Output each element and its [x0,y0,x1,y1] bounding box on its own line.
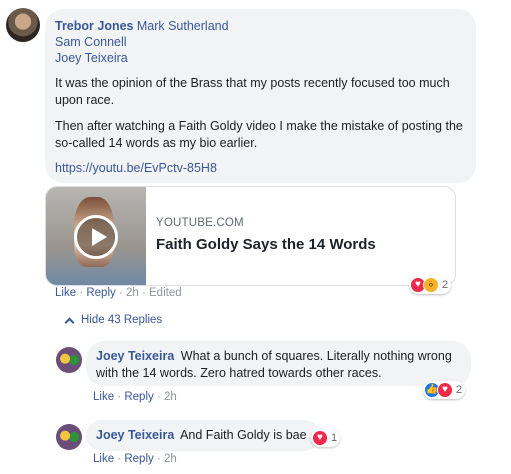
avatar[interactable] [56,424,82,450]
reply-button[interactable]: Reply [86,287,115,299]
like-button[interactable]: Like [93,391,114,403]
play-icon[interactable] [74,215,118,259]
reaction-summary[interactable]: ♥ 1 [311,429,341,447]
comment-text: Then after watching a Faith Goldy video … [55,119,463,150]
separator: · [156,391,164,403]
edited-label[interactable]: Edited [149,287,182,299]
timestamp[interactable]: 2h [164,453,177,465]
reaction-count: 2 [456,384,463,396]
like-button[interactable]: Like [93,453,114,465]
video-thumbnail[interactable] [46,187,146,285]
reply-text: And Faith Goldy is bae [180,428,307,442]
link-preview-card[interactable]: YOUTUBE.COM Faith Goldy Says the 14 Word… [45,186,456,286]
avatar[interactable] [6,8,40,42]
reaction-count: 1 [331,432,338,444]
comment-link[interactable]: https://youtu.be/EvPctv-85H8 [55,161,466,175]
preview-domain: YOUTUBE.COM [156,217,244,229]
reply-actions: Like · Reply · 2h [93,391,177,403]
hide-replies-button[interactable]: Hide 43 Replies [64,314,163,327]
chevron-up-icon [64,317,75,327]
reply-author[interactable]: Joey Teixeira [96,428,174,442]
comment-actions: Like · Reply · 2h · Edited [55,287,182,299]
wow-icon: ∘ [423,277,439,293]
avatar[interactable] [56,347,82,373]
reply-actions: Like · Reply · 2h [93,453,177,465]
comment-author[interactable]: Trebor Jones [55,19,134,33]
comment-header: Trebor Jones Mark Sutherland [55,18,466,34]
separator: · [156,453,164,465]
like-button[interactable]: Like [55,287,76,299]
timestamp[interactable]: 2h [164,391,177,403]
reply-button[interactable]: Reply [124,453,153,465]
hide-replies-label: Hide 43 Replies [81,314,163,326]
tagged-user[interactable]: Sam Connell [55,35,127,49]
timestamp[interactable]: 2h [126,287,139,299]
separator: · [141,287,150,299]
comment-bubble: Trebor Jones Mark Sutherland Sam Connell… [45,9,476,183]
love-icon: ♥ [312,430,328,446]
reaction-count: 2 [442,279,449,291]
reply-author[interactable]: Joey Teixeira [96,349,174,363]
reply-button[interactable]: Reply [124,391,153,403]
reaction-summary[interactable]: ♥ ∘ 2 [409,276,452,294]
separator: · [118,287,126,299]
tagged-user[interactable]: Mark Sutherland [137,19,229,33]
tagged-user[interactable]: Joey Teixeira [55,51,128,65]
comment-text: It was the opinion of the Brass that my … [55,76,450,107]
love-icon: ♥ [437,382,453,398]
reaction-summary[interactable]: 👍 ♥ 2 [423,381,466,399]
reply-bubble: Joey Teixeira And Faith Goldy is bae [86,420,320,451]
reply-bubble: Joey Teixeira What a bunch of squares. L… [86,341,471,386]
preview-title[interactable]: Faith Goldy Says the 14 Words [156,236,376,253]
